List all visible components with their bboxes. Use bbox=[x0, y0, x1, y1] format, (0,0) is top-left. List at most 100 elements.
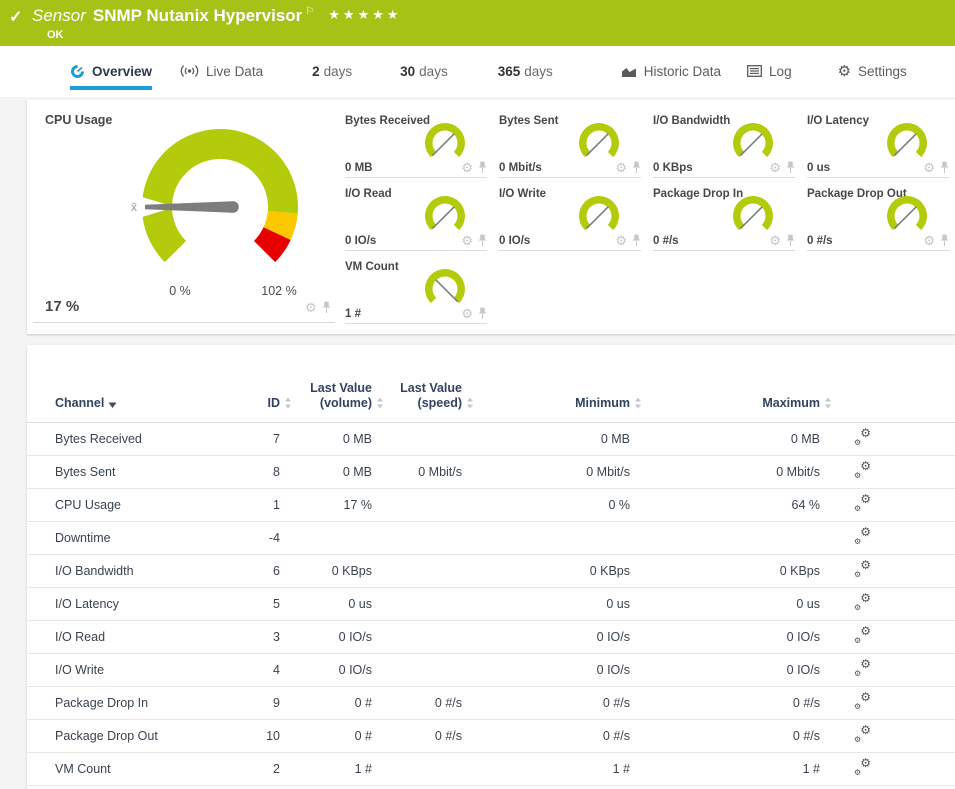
gauge-gear-icon[interactable]: ⚙ bbox=[461, 161, 473, 174]
tab-label: Settings bbox=[858, 64, 907, 79]
column-header-0[interactable]: Channel bbox=[55, 396, 235, 413]
cpu-gauge-needle-hub bbox=[227, 201, 239, 213]
gauge-gear-icon[interactable]: ⚙ bbox=[923, 161, 935, 174]
last-value-volume: 0 # bbox=[280, 696, 372, 710]
gauge-gear-icon[interactable]: ⚙ bbox=[461, 307, 473, 320]
edit-channel-icon[interactable]: ⚙⚙ bbox=[854, 727, 871, 742]
edit-channel-icon[interactable]: ⚙⚙ bbox=[854, 430, 871, 445]
channel-name[interactable]: I/O Bandwidth bbox=[55, 564, 235, 578]
gauge-card-actions: ⚙ bbox=[461, 161, 487, 174]
tab-settings[interactable]: ⚙Settings bbox=[838, 62, 907, 90]
tab-overview[interactable]: Overview bbox=[70, 62, 152, 90]
mini-gauge-needle bbox=[586, 134, 608, 156]
gauge-card-value: 0 KBps bbox=[653, 162, 693, 174]
column-header-1[interactable]: ID bbox=[235, 396, 280, 413]
gauge-card-title: I/O Write bbox=[499, 188, 546, 200]
cpu-gauge-title: CPU Usage bbox=[45, 113, 112, 127]
table-row-bytes-received: Bytes Received 7 0 MB 0 MB 0 MB ⚙⚙ bbox=[27, 423, 955, 456]
column-header-text[interactable]: (volume) bbox=[320, 396, 372, 410]
channel-name[interactable]: Downtime bbox=[55, 531, 235, 545]
edit-channel-icon[interactable]: ⚙⚙ bbox=[854, 595, 871, 610]
edit-channel-icon[interactable]: ⚙⚙ bbox=[854, 694, 871, 709]
mini-gauge bbox=[421, 121, 469, 165]
pin-icon[interactable] bbox=[632, 234, 641, 247]
table-row-i-o-bandwidth: I/O Bandwidth 6 0 KBps 0 KBps 0 KBps ⚙⚙ bbox=[27, 555, 955, 588]
mini-gauge-needle bbox=[894, 207, 916, 229]
channel-id: 2 bbox=[235, 762, 280, 776]
tab-30-days[interactable]: 30days bbox=[400, 62, 448, 90]
channel-name[interactable]: I/O Read bbox=[55, 630, 235, 644]
column-header-2[interactable]: Last Value(volume) bbox=[280, 381, 372, 413]
channel-name[interactable]: I/O Latency bbox=[55, 597, 235, 611]
tab-2-days[interactable]: 2days bbox=[312, 62, 352, 90]
column-header-text[interactable]: Channel bbox=[55, 396, 104, 410]
pin-icon[interactable] bbox=[478, 234, 487, 247]
gauge-gear-icon[interactable]: ⚙ bbox=[615, 234, 627, 247]
gauge-gear-icon[interactable]: ⚙ bbox=[461, 234, 473, 247]
table-row-downtime: Downtime -4 ⚙⚙ bbox=[27, 522, 955, 555]
pin-icon[interactable] bbox=[786, 161, 795, 174]
sort-active-icon[interactable] bbox=[108, 398, 117, 413]
sort-icon[interactable] bbox=[824, 397, 832, 413]
tab-label: Live Data bbox=[206, 64, 263, 79]
edit-channel-icon[interactable]: ⚙⚙ bbox=[854, 463, 871, 478]
edit-channel-icon[interactable]: ⚙⚙ bbox=[854, 760, 871, 775]
column-header-text[interactable]: Minimum bbox=[575, 396, 630, 410]
mini-gauge bbox=[729, 121, 777, 165]
gauge-gear-icon[interactable]: ⚙ bbox=[305, 301, 317, 314]
pin-icon[interactable] bbox=[940, 234, 949, 247]
gauge-gear-icon[interactable]: ⚙ bbox=[615, 161, 627, 174]
last-value-volume: 0 IO/s bbox=[280, 663, 372, 677]
column-header-text[interactable]: Last Value bbox=[310, 381, 372, 395]
mini-gauge-needle bbox=[894, 134, 916, 156]
tab-log[interactable]: Log bbox=[747, 62, 792, 90]
gauge-card-value: 0 IO/s bbox=[499, 235, 530, 247]
pin-icon[interactable] bbox=[786, 234, 795, 247]
column-header-3[interactable]: Last Value(speed) bbox=[372, 381, 462, 413]
mini-gauge bbox=[729, 194, 777, 238]
gauge-card-value: 0 MB bbox=[345, 162, 372, 174]
gauge-card-package-drop-out: Package Drop Out 0 #/s ⚙ bbox=[807, 188, 949, 251]
tab-historic-data[interactable]: Historic Data bbox=[621, 62, 721, 90]
column-header-4[interactable]: Minimum bbox=[462, 396, 630, 413]
gauge-gear-icon[interactable]: ⚙ bbox=[923, 234, 935, 247]
priority-stars[interactable]: ★★★★★ bbox=[328, 7, 401, 22]
pin-icon[interactable] bbox=[940, 161, 949, 174]
column-header-text[interactable]: Last Value bbox=[400, 381, 462, 395]
pin-icon[interactable] bbox=[322, 301, 331, 314]
pin-icon[interactable] bbox=[632, 161, 641, 174]
edit-channel-icon[interactable]: ⚙⚙ bbox=[854, 628, 871, 643]
minimum-value: 0 IO/s bbox=[462, 630, 630, 644]
channel-id: 9 bbox=[235, 696, 280, 710]
table-row-package-drop-in: Package Drop In 9 0 # 0 #/s 0 #/s 0 #/s … bbox=[27, 687, 955, 720]
column-header-text[interactable]: Maximum bbox=[762, 396, 820, 410]
flag-icon[interactable]: ⚐ bbox=[305, 6, 314, 17]
edit-channel-icon[interactable]: ⚙⚙ bbox=[854, 562, 871, 577]
tab-365-days[interactable]: 365days bbox=[498, 62, 553, 90]
edit-channel-icon[interactable]: ⚙⚙ bbox=[854, 529, 871, 544]
channel-name[interactable]: Bytes Received bbox=[55, 432, 235, 446]
cpu-gauge: x̄ bbox=[130, 117, 310, 302]
gauge-gear-icon[interactable]: ⚙ bbox=[769, 161, 781, 174]
column-header-text[interactable]: (speed) bbox=[418, 396, 462, 410]
channel-name[interactable]: CPU Usage bbox=[55, 498, 235, 512]
channel-name[interactable]: I/O Write bbox=[55, 663, 235, 677]
channel-name[interactable]: Package Drop Out bbox=[55, 729, 235, 743]
pin-icon[interactable] bbox=[478, 307, 487, 320]
column-header-5[interactable]: Maximum bbox=[630, 396, 820, 413]
tab-live-data[interactable]: Live Data bbox=[180, 62, 263, 90]
pin-icon[interactable] bbox=[478, 161, 487, 174]
channel-name[interactable]: VM Count bbox=[55, 762, 235, 776]
edit-channel-icon[interactable]: ⚙⚙ bbox=[854, 661, 871, 676]
channel-name[interactable]: Package Drop In bbox=[55, 696, 235, 710]
mini-gauge-needle bbox=[740, 207, 762, 229]
column-header-text[interactable]: ID bbox=[268, 396, 281, 410]
channel-name[interactable]: Bytes Sent bbox=[55, 465, 235, 479]
sensor-status-header: ✓ SensorSNMP Nutanix Hypervisor⚐★★★★★ OK bbox=[0, 0, 955, 46]
edit-channel-icon[interactable]: ⚙⚙ bbox=[854, 496, 871, 511]
tab-label: days bbox=[324, 64, 353, 79]
last-value-speed: 0 #/s bbox=[372, 729, 462, 743]
tab-label: Log bbox=[769, 64, 792, 79]
last-value-volume: 0 MB bbox=[280, 432, 372, 446]
gauge-gear-icon[interactable]: ⚙ bbox=[769, 234, 781, 247]
